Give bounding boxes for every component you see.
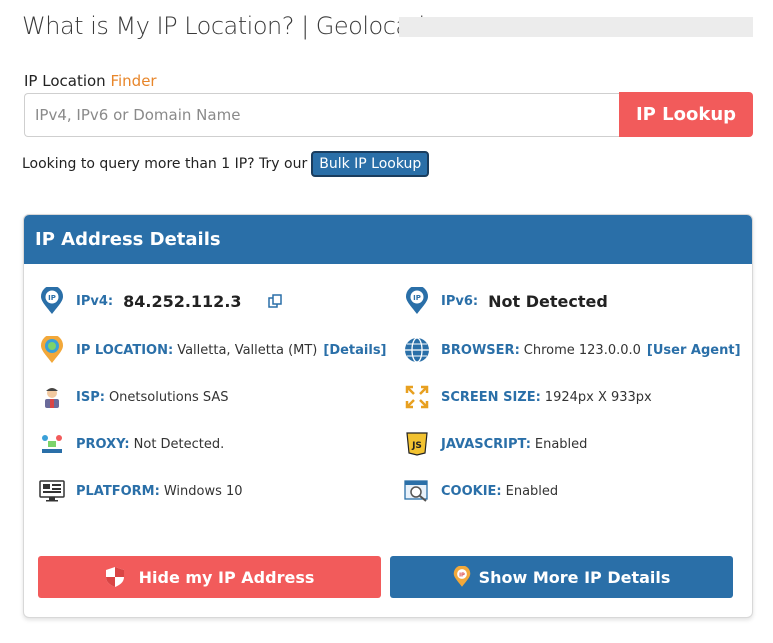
browser-label: BROWSER: [441,342,520,358]
svg-text:IP: IP [413,294,421,302]
copy-icon[interactable] [267,294,282,308]
svg-text:IP: IP [459,572,465,578]
ip-location-row: IP LOCATION: Valletta, Valletta (MT) [De… [38,336,387,364]
show-more-details-button[interactable]: IP Show More IP Details [390,556,733,598]
ipv4-label: IPv4: [76,293,114,309]
isp-label: ISP: [76,389,105,405]
finder-label: IP Location Finder [24,72,157,90]
javascript-row: JS JAVASCRIPT: Enabled [403,430,587,458]
isp-person-icon [38,383,66,411]
svg-text:IP: IP [48,294,56,302]
header-banner-placeholder [399,17,753,37]
finder-label-text: IP Location [24,72,106,90]
location-details-link[interactable]: [Details] [323,343,386,358]
platform-value: Windows 10 [163,483,243,499]
page-title: What is My IP Location? | Geolocation [22,12,454,40]
proxy-network-icon [38,430,66,458]
cookie-row: COOKIE: Enabled [403,477,558,505]
bulk-lookup-line: Looking to query more than 1 IP? Try our… [22,151,430,177]
expand-arrows-icon [403,383,431,411]
ipv4-row: IP IPv4: 84.252.112.3 [38,287,282,315]
ip-location-value: Valletta, Valletta (MT) [177,342,318,358]
screen-size-row: SCREEN SIZE: 1924px X 933px [403,383,652,411]
ip-details-title: IP Address Details [24,215,752,264]
javascript-icon: JS [403,430,431,458]
monitor-icon [38,477,66,505]
browser-value: Chrome 123.0.0.0 [523,342,641,358]
ip-pin-icon: IP [453,566,471,588]
proxy-label: PROXY: [76,436,130,452]
finder-label-accent: Finder [110,72,157,90]
cookie-label: COOKIE: [441,483,502,499]
isp-row: ISP: Onetsolutions SAS [38,383,229,411]
screen-size-label: SCREEN SIZE: [441,389,541,405]
hide-ip-label: Hide my IP Address [138,567,315,587]
ipv6-label: IPv6: [441,293,479,309]
bulk-lookup-text: Looking to query more than 1 IP? Try our [22,156,308,172]
cookie-search-icon [403,477,431,505]
ip-location-label: IP LOCATION: [76,342,174,358]
isp-value: Onetsolutions SAS [108,389,229,405]
javascript-value: Enabled [534,436,588,452]
proxy-value: Not Detected. [133,436,225,452]
svg-text:JS: JS [411,441,422,451]
proxy-row: PROXY: Not Detected. [38,430,224,458]
ip-lookup-button[interactable]: IP Lookup [619,92,753,137]
bulk-ip-lookup-button[interactable]: Bulk IP Lookup [311,151,430,177]
shield-icon [105,566,125,588]
globe-icon [403,336,431,364]
hide-ip-button[interactable]: Hide my IP Address [38,556,381,598]
ip-pin-icon: IP [38,287,66,315]
javascript-label: JAVASCRIPT: [441,436,531,452]
browser-row: BROWSER: Chrome 123.0.0.0 [User Agent] [403,336,741,364]
ipv6-row: IP IPv6: Not Detected [403,287,608,315]
ipv6-value: Not Detected [488,291,608,311]
ip-details-card: IP Address Details IP IPv4: 84.252.112.3… [23,214,753,618]
ipv4-value: 84.252.112.3 [123,291,242,311]
screen-size-value: 1924px X 933px [544,389,652,405]
user-agent-link[interactable]: [User Agent] [647,343,741,358]
ip-pin-icon: IP [403,287,431,315]
location-pin-icon [38,336,66,364]
show-more-label: Show More IP Details [478,567,671,587]
platform-row: PLATFORM: Windows 10 [38,477,243,505]
platform-label: PLATFORM: [76,483,160,499]
cookie-value: Enabled [505,483,559,499]
ip-search-input[interactable] [24,93,620,137]
